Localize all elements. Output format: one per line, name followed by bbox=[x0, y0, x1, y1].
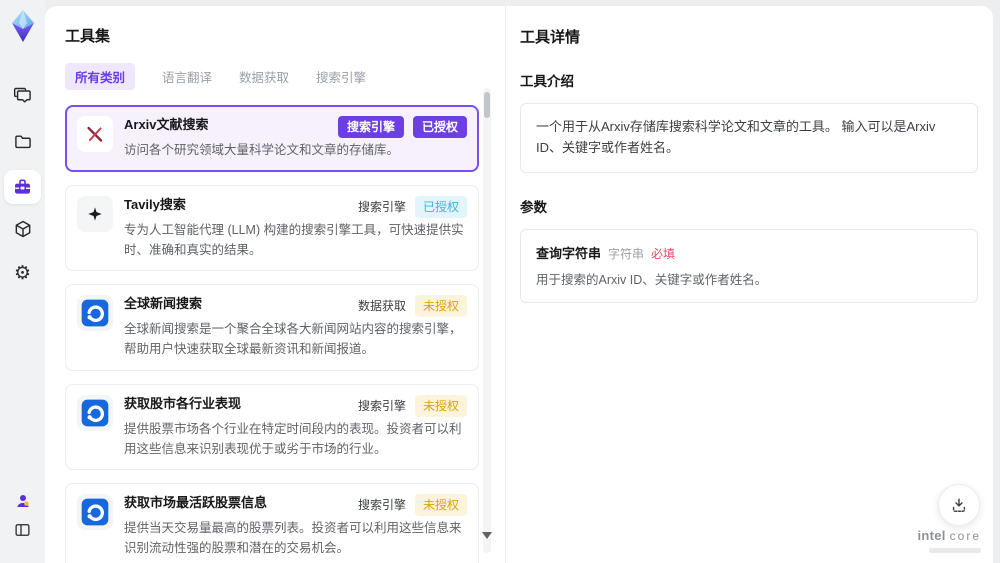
category-label: 搜索引擎 bbox=[357, 498, 406, 513]
tool-details-panel: 工具详情 工具介绍 一个用于从Arxiv存储库搜索科学论文和文章的工具。 输入可… bbox=[520, 6, 980, 563]
tavily-star-icon bbox=[77, 195, 113, 232]
panel-divider bbox=[505, 6, 506, 563]
brand-core: core bbox=[949, 529, 981, 544]
auth-status-badge: 未授权 bbox=[414, 295, 467, 318]
auth-status-badge: 未授权 bbox=[414, 394, 467, 417]
tool-name: Arxiv文献搜索 bbox=[124, 117, 209, 132]
tools-list-panel: 工具集 所有类别 语言翻译 数据获取 搜索引擎 Arxiv文献搜索 搜索引擎 已… bbox=[45, 6, 505, 563]
details-title: 工具详情 bbox=[520, 29, 581, 46]
nav-chat-button[interactable] bbox=[4, 79, 41, 113]
folder-icon bbox=[14, 135, 31, 149]
scrollbar-thumb[interactable] bbox=[484, 92, 490, 118]
juhe-blue-logo-icon bbox=[77, 394, 113, 431]
auth-status-badge: 已授权 bbox=[414, 195, 467, 218]
params-heading: 参数 bbox=[520, 199, 547, 215]
nav-files-button[interactable] bbox=[4, 125, 41, 159]
tool-card-most-active-stocks[interactable]: 获取市场最活跃股票信息 搜索引擎 未授权 提供当天交易量最高的股票列表。投资者可… bbox=[65, 483, 479, 563]
tool-name: 全球新闻搜索 bbox=[124, 296, 203, 312]
nav-settings-button[interactable]: ⚙ bbox=[4, 256, 41, 290]
tab-data-fetching[interactable]: 数据获取 bbox=[239, 63, 289, 90]
toolbox-icon bbox=[15, 179, 30, 194]
tool-name: 获取市场最活跃股票信息 bbox=[124, 495, 268, 511]
brand-underline bbox=[929, 548, 981, 553]
tool-card-tavily[interactable]: Tavily搜索 搜索引擎 已授权 专为人工智能代理 (LLM) 构建的搜索引擎… bbox=[65, 184, 479, 272]
download-icon bbox=[952, 498, 966, 512]
param-name: 查询字符串 bbox=[536, 245, 602, 261]
tool-description: 专为人工智能代理 (LLM) 构建的搜索引擎工具，可快速提供实时、准确和真实的结… bbox=[124, 222, 464, 257]
scroll-down-arrow-icon[interactable] bbox=[482, 532, 492, 539]
brand-intel: intel bbox=[917, 528, 946, 544]
tool-card-arxiv[interactable]: Arxiv文献搜索 搜索引擎 已授权 访问各个研究领域大量科学论文和文章的存储库… bbox=[65, 105, 479, 172]
tool-description: 提供当天交易量最高的股票列表。投资者可以利用这些信息来识别流动性强的股票和潜在的… bbox=[124, 521, 462, 555]
download-button[interactable] bbox=[938, 484, 980, 526]
collapse-panel-button[interactable] bbox=[4, 516, 41, 544]
tool-name: Tavily搜索 bbox=[124, 196, 186, 212]
category-tabs: 所有类别 语言翻译 数据获取 搜索引擎 bbox=[65, 63, 505, 90]
category-badge: 搜索引擎 bbox=[337, 116, 404, 138]
gear-icon: ⚙ bbox=[13, 262, 32, 284]
tab-language-translation[interactable]: 语言翻译 bbox=[162, 63, 212, 90]
tool-description: 全球新闻搜索是一个聚合全球各大新闻网站内容的搜索引擎，帮助用户快速获取全球最新资… bbox=[124, 322, 462, 356]
page-title: 工具集 bbox=[65, 28, 111, 45]
nav-account-button[interactable] bbox=[4, 488, 41, 514]
intel-core-logo: intel core bbox=[917, 527, 981, 553]
category-label: 搜索引擎 bbox=[357, 199, 406, 214]
tab-search-engine[interactable]: 搜索引擎 bbox=[316, 63, 366, 90]
category-label: 搜索引擎 bbox=[357, 398, 406, 413]
list-scrollbar[interactable] bbox=[482, 88, 492, 553]
app-logo-icon[interactable] bbox=[7, 8, 39, 44]
tab-all-categories[interactable]: 所有类别 bbox=[65, 63, 136, 90]
panel-toggle-icon bbox=[15, 524, 30, 536]
param-required-flag: 必填 bbox=[651, 246, 676, 261]
chat-icon bbox=[13, 87, 31, 103]
param-box: 查询字符串 字符串 必填 用于搜索的Arxiv ID、关键字或作者姓名。 bbox=[520, 228, 978, 304]
auth-status-badge: 未授权 bbox=[414, 494, 467, 517]
nav-rail: ⚙ bbox=[0, 0, 45, 563]
tool-card-stock-sector[interactable]: 获取股市各行业表现 搜索引擎 未授权 提供股票市场各个行业在特定时间段内的表现。… bbox=[65, 383, 479, 471]
tool-list: Arxiv文献搜索 搜索引擎 已授权 访问各个研究领域大量科学论文和文章的存储库… bbox=[65, 105, 479, 563]
auth-status-badge: 已授权 bbox=[412, 116, 467, 138]
intro-box: 一个用于从Arxiv存储库搜索科学论文和文章的工具。 输入可以是Arxiv ID… bbox=[520, 103, 978, 173]
category-label: 数据获取 bbox=[357, 299, 406, 314]
user-icon bbox=[16, 495, 29, 507]
intro-heading: 工具介绍 bbox=[520, 74, 574, 89]
cube-icon bbox=[15, 220, 30, 238]
param-type: 字符串 bbox=[608, 246, 645, 261]
tool-description: 访问各个研究领域大量科学论文和文章的存储库。 bbox=[124, 143, 400, 157]
juhe-blue-logo-icon bbox=[77, 494, 113, 531]
tool-card-global-news[interactable]: 全球新闻搜索 数据获取 未授权 全球新闻搜索是一个聚合全球各大新闻网站内容的搜索… bbox=[65, 284, 479, 371]
juhe-blue-logo-icon bbox=[77, 295, 113, 332]
tool-name: 获取股市各行业表现 bbox=[124, 395, 242, 411]
nav-models-button[interactable] bbox=[4, 212, 41, 246]
main-panel: 工具集 所有类别 语言翻译 数据获取 搜索引擎 Arxiv文献搜索 搜索引擎 已… bbox=[45, 6, 993, 563]
tool-description: 提供股票市场各个行业在特定时间段内的表现。投资者可以利用这些信息来识别表现优于或… bbox=[124, 421, 462, 456]
intro-text: 一个用于从Arxiv存储库搜索科学论文和文章的工具。 输入可以是Arxiv ID… bbox=[536, 119, 936, 155]
nav-tools-button[interactable] bbox=[4, 170, 41, 204]
param-description: 用于搜索的Arxiv ID、关键字或作者姓名。 bbox=[536, 272, 768, 287]
arxiv-logo-icon bbox=[77, 116, 113, 152]
